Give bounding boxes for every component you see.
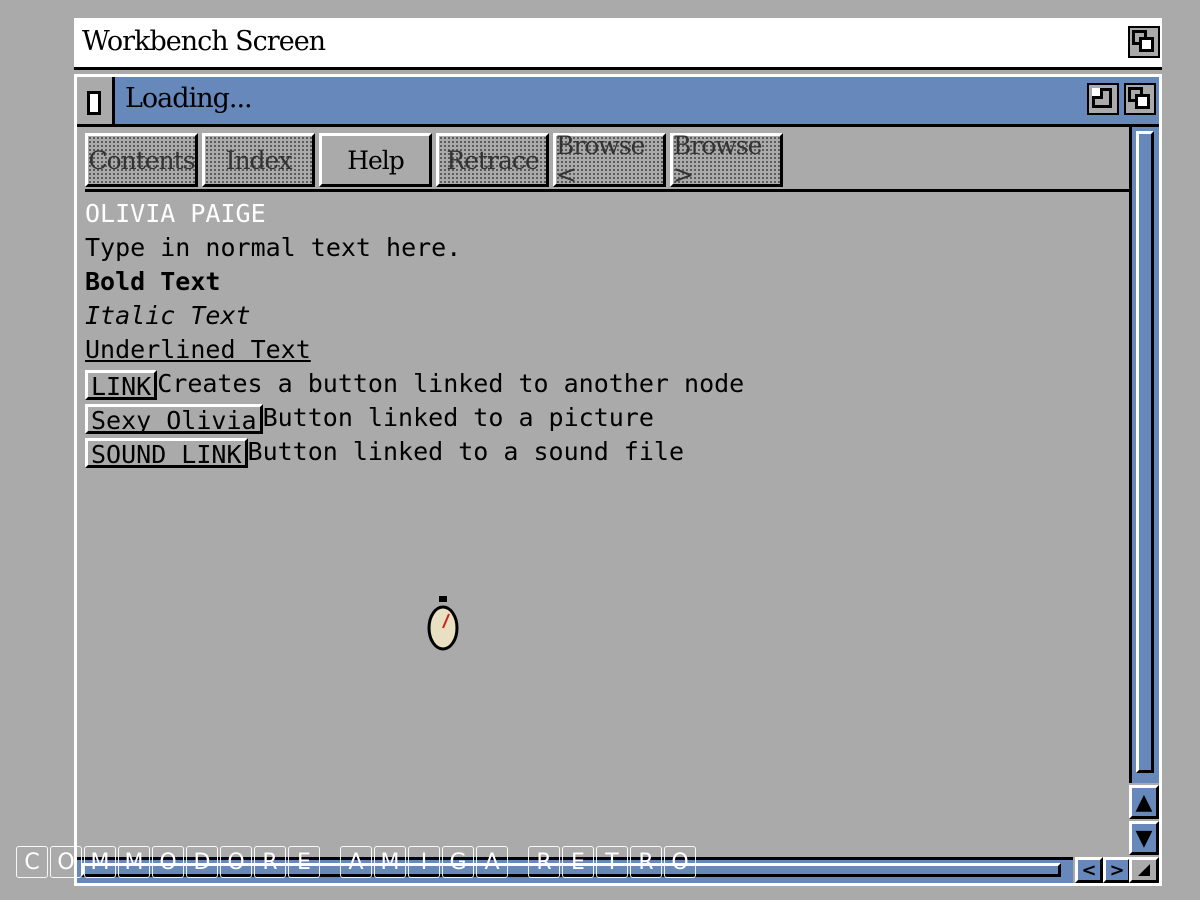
watermark-word: AMIGA — [340, 846, 510, 878]
watermark-letter: R — [630, 846, 662, 878]
window-depth-icon[interactable] — [1124, 83, 1156, 115]
watermark-letter: G — [442, 846, 474, 878]
link-row: SOUND LINK Button linked to a sound file — [85, 435, 1125, 469]
watermark-letter: M — [374, 846, 406, 878]
watermark-letter: C — [16, 846, 48, 878]
zoom-gadget-icon[interactable] — [1087, 83, 1119, 115]
scroll-right-icon[interactable]: > — [1103, 857, 1131, 883]
watermark-letter: D — [186, 846, 218, 878]
screen-title: Workbench Screen — [82, 26, 326, 57]
italic-text: Italic Text — [85, 301, 251, 330]
window-title: Loading... — [125, 83, 253, 114]
watermark-word: COMMODORE — [16, 846, 322, 878]
index-button[interactable]: Index — [202, 133, 315, 187]
help-button[interactable]: Help — [319, 133, 432, 187]
scroll-down-icon[interactable]: ▼ — [1129, 821, 1159, 855]
scroll-left-icon[interactable]: < — [1075, 857, 1103, 883]
link-row: LINK Creates a button linked to another n… — [85, 367, 1125, 401]
browse-next-button[interactable]: Browse > — [670, 131, 783, 189]
watermark-letter: O — [50, 846, 82, 878]
vertical-scroll-knob[interactable] — [1136, 131, 1154, 773]
resize-gadget-icon[interactable] — [1129, 857, 1159, 883]
watermark-letter: A — [340, 846, 372, 878]
toolbar-divider — [85, 189, 1129, 192]
watermark-letter: O — [152, 846, 184, 878]
watermark-gap — [322, 846, 340, 878]
browse-prev-button[interactable]: Browse < — [553, 131, 666, 189]
watermark-letter: I — [408, 846, 440, 878]
watermark-letter: O — [664, 846, 696, 878]
sound-link-button[interactable]: SOUND LINK — [85, 438, 248, 469]
watermark-letter: M — [118, 846, 150, 878]
scroll-up-icon[interactable]: ▲ — [1129, 785, 1159, 819]
screen-title-bar[interactable]: Workbench Screen — [74, 18, 1162, 70]
watermark-word: RETRO — [528, 846, 698, 878]
watermark-letter: M — [84, 846, 116, 878]
link-description: Creates a button linked to another node — [157, 369, 745, 398]
watermark-letter: O — [220, 846, 252, 878]
screen-depth-icon[interactable] — [1128, 26, 1160, 58]
underlined-text: Underlined Text — [85, 335, 311, 364]
underlined-line: Underlined Text — [85, 333, 1125, 367]
link-description: Button linked to a sound file — [247, 437, 685, 466]
watermark-letter: E — [562, 846, 594, 878]
document-content: OLIVIA PAIGE Type in normal text here. B… — [85, 197, 1125, 469]
watermark-gap — [510, 846, 528, 878]
watermark: COMMODOREAMIGARETRO — [16, 846, 698, 878]
link-row: Sexy Olivia Button linked to a picture — [85, 401, 1125, 435]
watermark-letter: E — [288, 846, 320, 878]
document-heading: OLIVIA PAIGE — [85, 199, 266, 228]
retrace-button[interactable]: Retrace — [436, 133, 549, 187]
normal-text: Type in normal text here. — [85, 233, 462, 262]
navigation-toolbar: Contents Index Help Retrace Browse < Bro… — [85, 131, 783, 189]
window-title-bar[interactable]: Loading... — [77, 77, 1159, 127]
link-description: Button linked to a picture — [262, 403, 654, 432]
stopwatch-busy-icon — [427, 596, 459, 651]
picture-link-button[interactable]: Sexy Olivia — [85, 404, 263, 435]
watermark-letter: R — [528, 846, 560, 878]
close-gadget-icon[interactable] — [77, 77, 115, 124]
vertical-scrollbar[interactable] — [1129, 127, 1159, 783]
watermark-letter: R — [254, 846, 286, 878]
amigaguide-window: Loading... Contents Index Help Retrace B… — [74, 74, 1162, 886]
node-link-button[interactable]: LINK — [85, 370, 158, 401]
bold-text: Bold Text — [85, 267, 221, 296]
watermark-letter: T — [596, 846, 628, 878]
watermark-letter: A — [476, 846, 508, 878]
contents-button[interactable]: Contents — [85, 133, 198, 187]
